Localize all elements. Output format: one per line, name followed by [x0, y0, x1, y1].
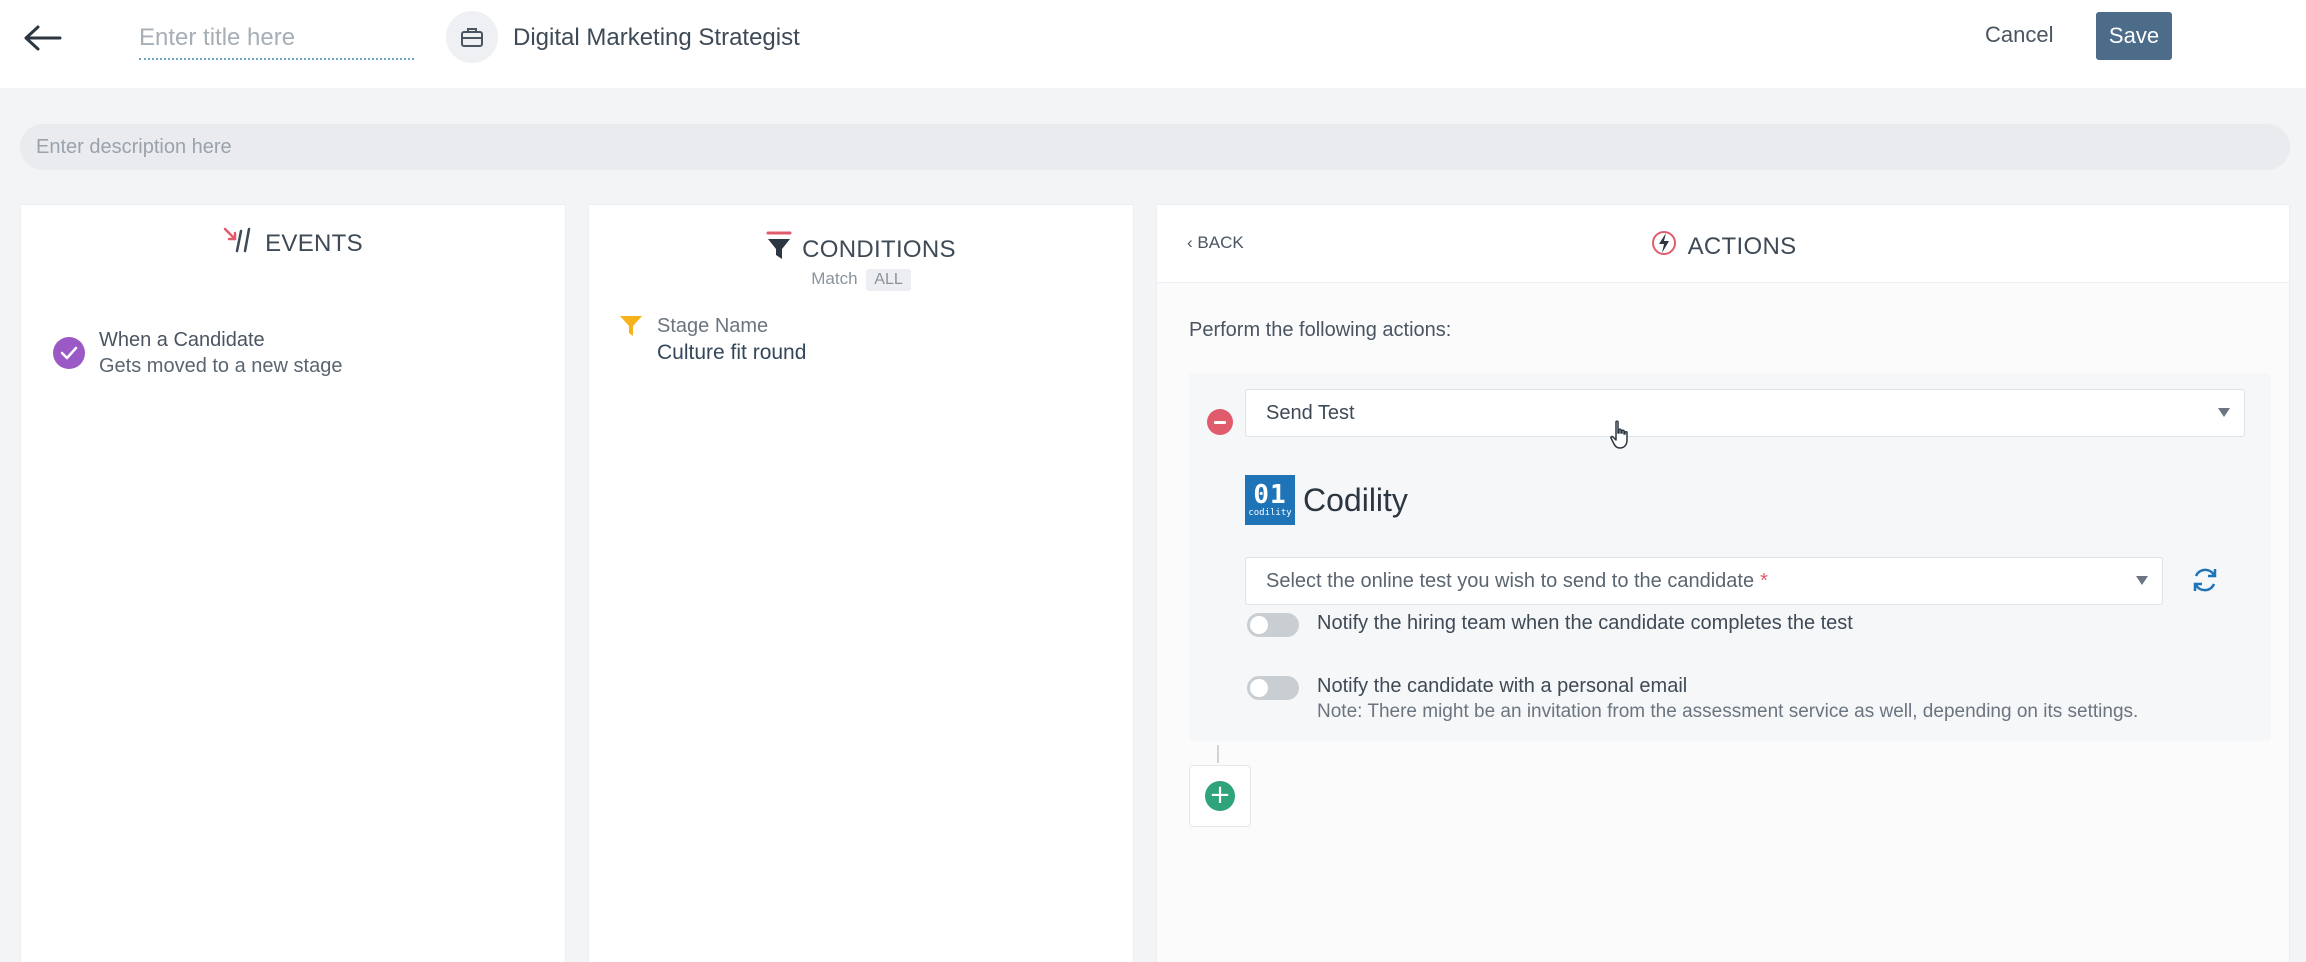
- online-test-placeholder: Select the online test you wish to send …: [1266, 569, 1755, 592]
- action-card: Send Test 01 codility Codility Select th…: [1189, 373, 2271, 741]
- remove-action-button[interactable]: [1207, 409, 1233, 435]
- notify-candidate-toggle[interactable]: [1247, 676, 1299, 700]
- events-header: EVENTS: [21, 227, 565, 260]
- save-button[interactable]: Save: [2096, 12, 2172, 60]
- actions-header: ACTIONS: [1157, 229, 2289, 264]
- provider: 01 codility Codility: [1245, 475, 1408, 525]
- action-type-value: Send Test: [1266, 401, 1355, 424]
- notify-team-label: Notify the hiring team when the candidat…: [1317, 612, 1853, 634]
- refresh-icon[interactable]: [2189, 565, 2221, 597]
- actions-heading: ACTIONS: [1687, 232, 1797, 260]
- condition-value: Culture fit round: [657, 341, 807, 364]
- description-input[interactable]: [20, 124, 2290, 170]
- cancel-button[interactable]: Cancel: [1985, 22, 2053, 48]
- required-mark: *: [1760, 569, 1768, 592]
- funnel-icon: [766, 231, 792, 268]
- hand-cursor-icon: [1608, 420, 1632, 455]
- notify-candidate-label: Notify the candidate with a personal ema…: [1317, 675, 1688, 697]
- actions-panel: ‹ BACK ACTIONS Perform the following act…: [1156, 204, 2290, 962]
- action-type-select[interactable]: Send Test: [1245, 389, 2245, 437]
- events-panel: EVENTS When a Candidate Gets moved to a …: [20, 204, 566, 962]
- chevron-down-icon: [2218, 408, 2230, 417]
- back-arrow-icon[interactable]: [20, 18, 64, 58]
- condition-label: Stage Name: [657, 315, 769, 337]
- connector-line: [1217, 745, 1219, 763]
- assessment-note: Note: There might be an invitation from …: [1317, 701, 2139, 722]
- chevron-down-icon: [2136, 576, 2148, 585]
- actions-top-bar: ‹ BACK ACTIONS: [1157, 205, 2289, 283]
- codility-logo: 01 codility: [1245, 475, 1295, 525]
- conditions-header: CONDITIONS: [589, 231, 1133, 268]
- online-test-select[interactable]: Select the online test you wish to send …: [1245, 557, 2163, 605]
- events-icon: [223, 227, 255, 260]
- conditions-panel: CONDITIONS Match ALL Stage Name Culture …: [588, 204, 1134, 962]
- match-row: Match ALL: [589, 269, 1133, 291]
- event-item[interactable]: When a Candidate Gets moved to a new sta…: [53, 327, 342, 379]
- events-heading: EVENTS: [265, 229, 363, 257]
- condition-item[interactable]: Stage Name Culture fit round: [619, 313, 806, 367]
- top-bar: Digital Marketing Strategist Cancel Save: [0, 0, 2306, 88]
- conditions-heading: CONDITIONS: [802, 235, 956, 263]
- check-circle-icon: [53, 337, 85, 369]
- notify-team-toggle[interactable]: [1247, 613, 1299, 637]
- title-input[interactable]: [139, 18, 414, 60]
- event-trigger-label: When a Candidate: [99, 329, 265, 351]
- plus-icon: +: [1205, 781, 1235, 811]
- perform-text: Perform the following actions:: [1189, 319, 1452, 341]
- provider-name: Codility: [1303, 481, 1408, 518]
- add-action-button[interactable]: +: [1189, 765, 1251, 827]
- lightning-icon: [1650, 229, 1678, 264]
- briefcase-icon: [446, 11, 498, 63]
- match-badge[interactable]: ALL: [866, 269, 911, 291]
- match-label: Match: [811, 269, 858, 288]
- job-title: Digital Marketing Strategist: [513, 24, 800, 51]
- event-trigger-detail: Gets moved to a new stage: [99, 355, 343, 377]
- filter-icon: [619, 315, 643, 367]
